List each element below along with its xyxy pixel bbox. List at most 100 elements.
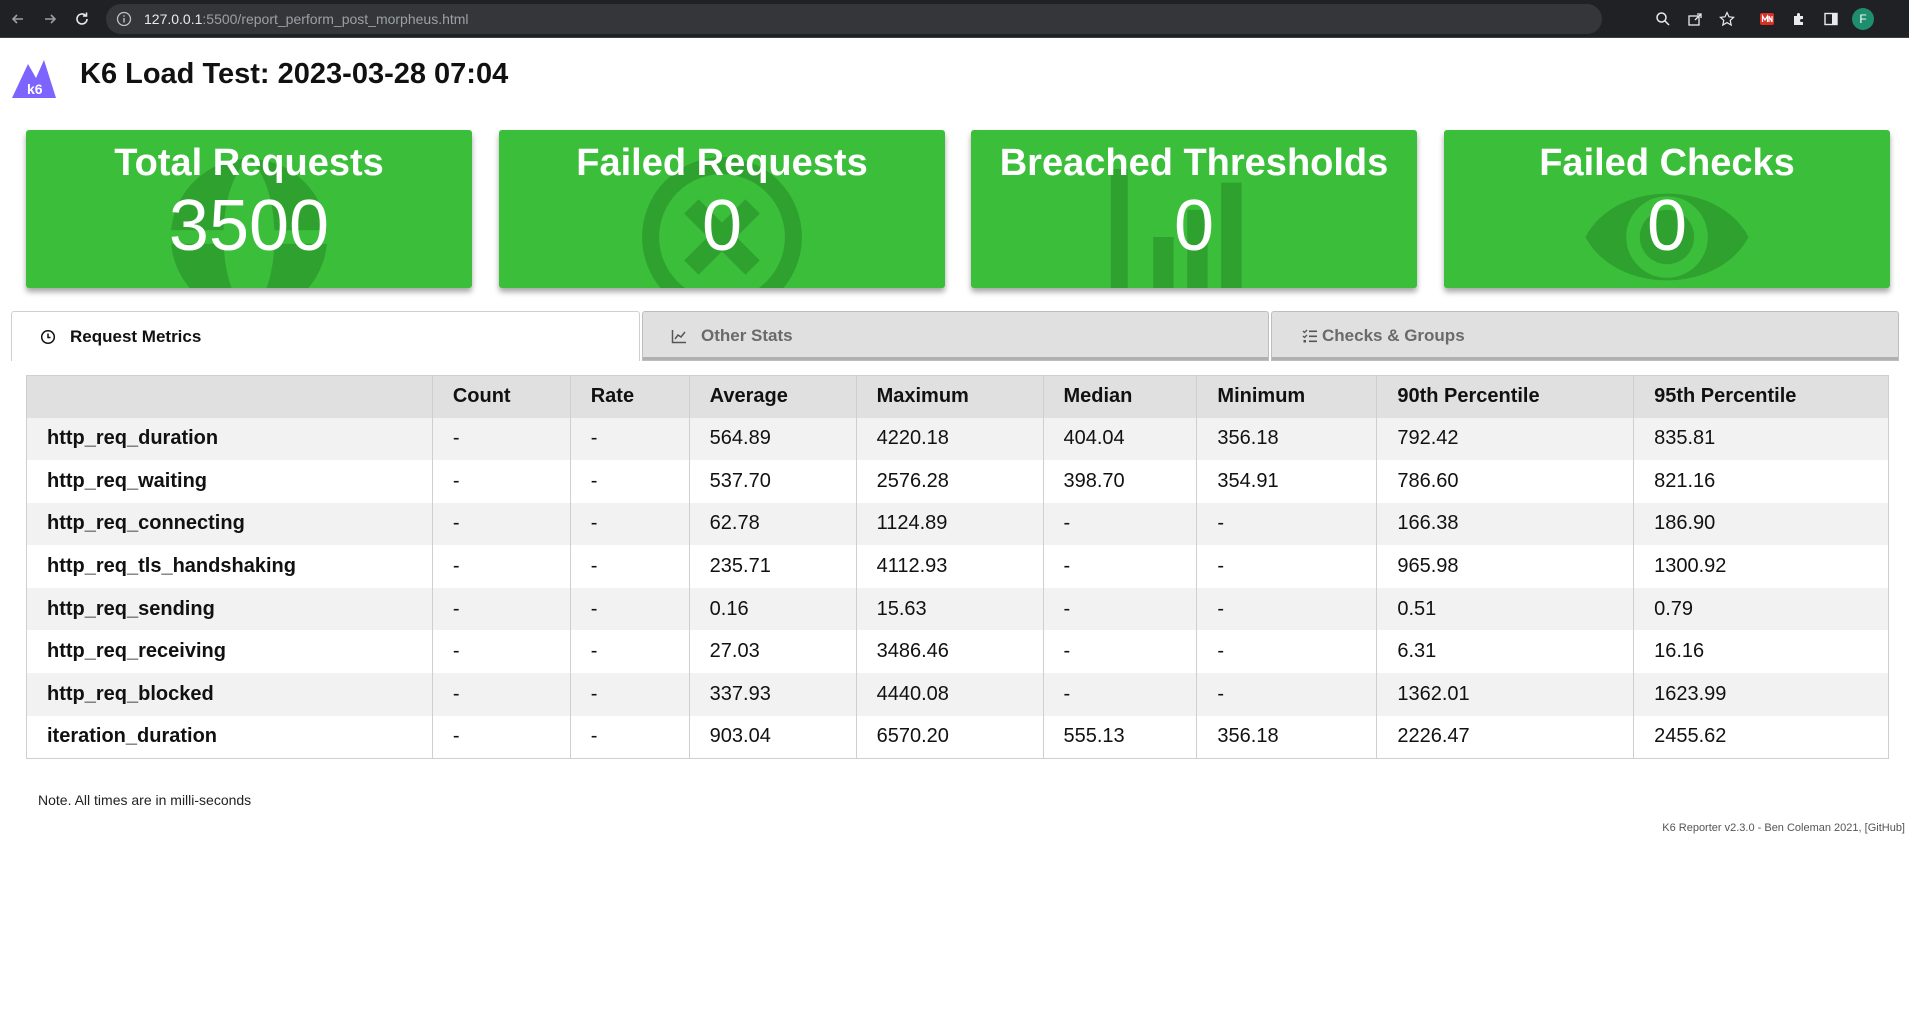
zoom-button[interactable] [1654,10,1672,28]
share-icon [1688,13,1702,26]
table-cell: 16.16 [1633,630,1889,674]
table-cell: - [431,502,571,546]
card-value: 0 [1646,186,1688,266]
card-title: Total Requests [114,142,384,184]
table-header-row: Count Rate Average Maximum Median Minimu… [26,375,1889,418]
arrow-left-icon [11,14,23,24]
card-title: Breached Thresholds [999,142,1389,184]
reload-button[interactable] [72,9,92,29]
table-cell: 404.04 [1042,417,1197,461]
column-header-median: Median [1042,375,1197,418]
tab-checks-groups[interactable]: Checks & Groups [1271,311,1899,361]
table-cell: 337.93 [688,673,857,716]
failed-requests-card: Failed Requests 0 [499,130,945,288]
tab-other-stats[interactable]: Other Stats [642,311,1269,361]
table-cell: - [1042,502,1197,546]
logo-text: k6 [27,81,43,97]
table-cell: 186.90 [1633,502,1889,546]
total-requests-card: Total Requests 3500 [26,130,472,288]
metric-name: http_req_waiting [26,460,433,503]
tab-label: Request Metrics [70,326,202,346]
table-cell: - [1042,587,1197,631]
table-cell: - [431,545,571,588]
table-cell: - [431,587,571,631]
table-cell: 4112.93 [855,545,1043,588]
table-cell: - [1196,545,1377,588]
table-cell: - [569,460,690,503]
table-cell: - [569,545,690,588]
table-cell: 1362.01 [1376,673,1634,716]
table-cell: - [431,460,571,503]
table-cell: 166.38 [1376,502,1634,546]
column-header-minimum: Minimum [1196,375,1377,418]
reload-icon [76,12,88,25]
column-header-p90: 90th Percentile [1376,375,1634,418]
metric-name: http_req_receiving [26,630,433,674]
metric-name: http_req_duration [26,417,433,461]
table-row: iteration_duration - - 903.04 6570.20 55… [26,715,1889,759]
table-cell: 15.63 [855,587,1043,631]
table-cell: 3486.46 [855,630,1043,674]
table-row: http_req_blocked - - 337.93 4440.08 - - … [26,673,1889,716]
puzzle-icon [1794,13,1803,25]
table-cell: - [569,587,690,631]
card-title: Failed Requests [576,142,868,184]
side-panel-button[interactable] [1822,10,1840,28]
metric-name: http_req_sending [26,587,433,631]
card-value: 0 [1173,186,1215,266]
table-cell: 1124.89 [855,502,1043,546]
table-cell: - [1042,545,1197,588]
address-bar[interactable]: 127.0.0.1:5500/report_perform_post_morph… [106,4,1602,34]
table-cell: 903.04 [688,715,857,759]
table-cell: 4440.08 [855,673,1043,716]
table-row: http_req_connecting - - 62.78 1124.89 - … [26,502,1889,546]
info-icon[interactable] [116,11,132,27]
table-cell: - [431,630,571,674]
table-cell: 354.91 [1196,460,1377,503]
card-value: 0 [701,186,743,266]
browser-toolbar: 127.0.0.1:5500/report_perform_post_morph… [0,0,1909,38]
table-cell: 792.42 [1376,417,1634,461]
table-cell: 356.18 [1196,715,1377,759]
table-cell: - [1196,673,1377,716]
extensions-button[interactable] [1790,10,1808,28]
column-header-count: Count [431,375,571,418]
table-cell: 0.79 [1633,587,1889,631]
table-cell: 62.78 [688,502,857,546]
footer-credit[interactable]: K6 Reporter v2.3.0 - Ben Coleman 2021, [… [1662,822,1905,834]
tab-request-metrics[interactable]: Request Metrics [11,311,640,361]
line-chart-icon [671,330,686,344]
forward-button[interactable] [40,9,60,29]
k6-logo: k6 [12,60,56,98]
table-cell: 4220.18 [855,417,1043,461]
table-cell: 235.71 [688,545,857,588]
table-cell: - [1196,630,1377,674]
back-button[interactable] [8,9,28,29]
share-button[interactable] [1686,10,1704,28]
card-value: 3500 [168,186,330,266]
table-cell: - [569,673,690,716]
column-header-rate: Rate [569,375,690,418]
table-cell: - [569,502,690,546]
table-row: http_req_duration - - 564.89 4220.18 404… [26,417,1889,461]
metric-name: http_req_blocked [26,673,433,716]
failed-checks-card: Failed Checks 0 [1444,130,1890,288]
magnifier-icon [1656,12,1670,26]
breached-thresholds-card: Breached Thresholds 0 [971,130,1417,288]
table-row: http_req_tls_handshaking - - 235.71 4112… [26,545,1889,588]
bookmark-button[interactable] [1718,10,1736,28]
page-title: K6 Load Test: 2023-03-28 07:04 [80,58,509,90]
table-cell: 821.16 [1633,460,1889,503]
extension-button-red[interactable] [1758,10,1776,28]
table-cell: 965.98 [1376,545,1634,588]
profile-avatar[interactable]: F [1852,8,1874,30]
metric-name: http_req_connecting [26,502,433,546]
table-cell: - [1196,587,1377,631]
arrow-right-icon [45,14,57,24]
card-title: Failed Checks [1539,142,1795,184]
table-cell: 2226.47 [1376,715,1634,759]
clock-icon [40,329,56,344]
tab-label: Checks & Groups [1322,326,1465,345]
table-cell: - [1196,502,1377,546]
table-cell: 6570.20 [855,715,1043,759]
